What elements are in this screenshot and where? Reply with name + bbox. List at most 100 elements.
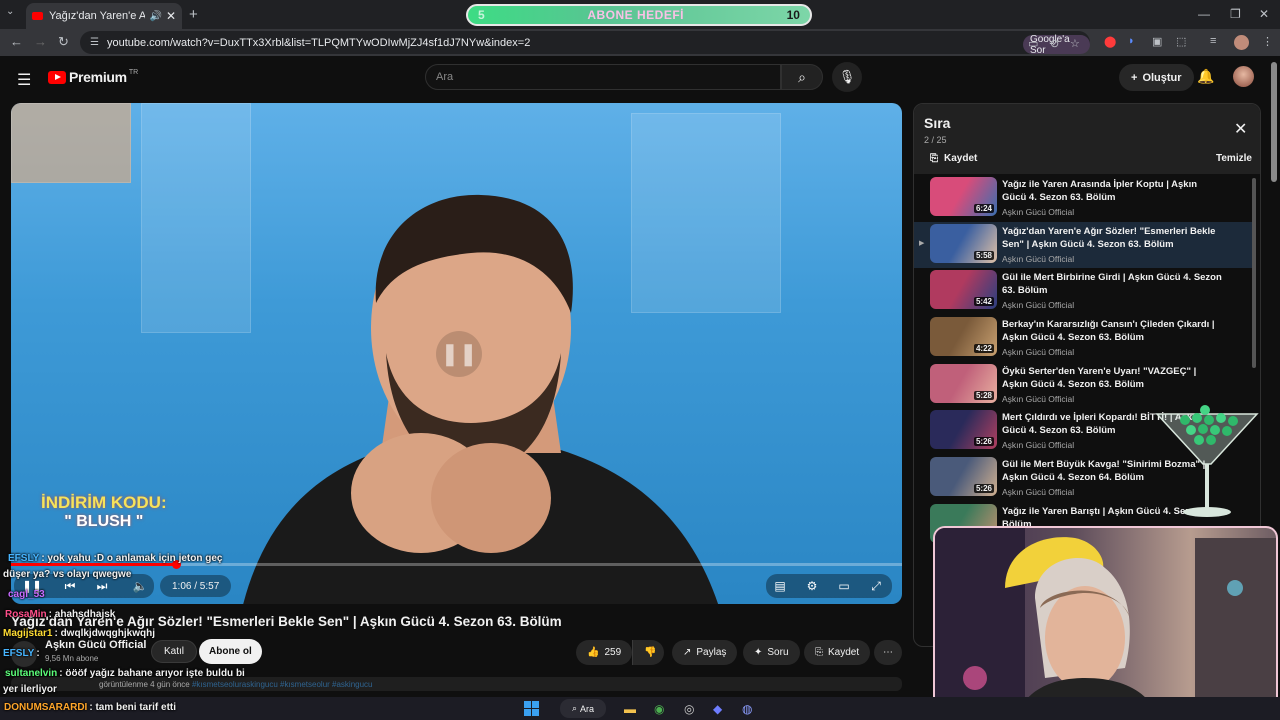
tab-search-icon[interactable]: ⌄ [6,6,14,17]
chat-user: RosaMin [5,609,47,620]
video-frame-person [243,194,718,604]
dislike-button[interactable]: 👎 [632,640,664,665]
extensions-puzzle-icon[interactable]: ⬚ [1176,35,1186,48]
chat-message: DONUMSARARDI: tam beni tarif etti [4,702,176,713]
goal-current: 5 [478,8,485,22]
share-button[interactable]: ↗ Paylaş [672,640,738,665]
channel-name[interactable]: Aşkın Gücü Official [45,639,146,651]
search-input[interactable]: Ara [425,64,781,90]
video-player[interactable]: ❚❚ İNDİRİM KODU: " BLUSH " [11,103,902,604]
minimize-icon[interactable]: — [1198,7,1210,21]
more-actions-button[interactable]: ⋯ [874,640,902,665]
thumbs-up-icon: 👍 [587,647,600,658]
volume-icon[interactable]: 🔈 [130,576,150,596]
restore-icon[interactable]: ❐ [1230,7,1241,21]
save-button[interactable]: ⎘ Kaydet [804,640,871,665]
voice-search-button[interactable]: 🎙 [832,62,862,92]
app-icon[interactable]: ◆ [713,700,722,717]
now-playing-icon: ▶ [919,239,925,247]
webcam-person [935,528,1276,716]
settings-gear-icon[interactable]: ⚙ [802,576,822,596]
playlist-item[interactable]: 5:42 Gül ile Mert Birbirine Girdi | Aşkın… [914,268,1254,315]
playlist-thumbnail[interactable]: 5:26 [930,457,997,497]
description-preview[interactable]: görüntülenme 4 gün önce #kısmetseolurask… [11,677,902,691]
playlist-thumbnail[interactable]: 5:58 [930,223,997,263]
playlist-item-title: Berkay'ın Kararsızlığı Cansın'ı Çileden … [1002,319,1215,344]
fullscreen-icon[interactable]: ⤢ [866,576,886,596]
browser-toolbar: ← → ↻ ☰ youtube.com/watch?v=DuxTTx3Xrbl&… [0,29,1280,56]
playlist-item[interactable]: ▶ 5:58 Yağız'dan Yaren'e Ağır Sözler! "Esm… [914,221,1254,269]
youtube-logo[interactable]: Premium TR [48,69,138,85]
chat-message: yer ilerliyor [3,684,57,695]
clear-queue-button[interactable]: Temizle [1216,153,1252,164]
reload-icon[interactable]: ↻ [58,34,69,50]
playlist-item-channel: Aşkın Gücü Official [1002,300,1075,311]
playlist-item[interactable]: 6:24 Yağız ile Yaren Arasında İpler Koptu… [914,175,1254,222]
playlist-item-channel: Aşkın Gücü Official [1002,393,1075,404]
goal-title: ABONE HEDEFİ [587,8,684,22]
chat-text: : ahahsdhajsk [48,609,116,620]
extension-red-icon[interactable]: ⬤ [1104,35,1116,48]
bookmark-star-icon[interactable]: ☆ [1070,37,1080,50]
discord-icon[interactable]: ◍ [742,700,752,717]
new-tab-icon[interactable]: + [189,6,198,23]
duration-badge: 5:28 [973,390,994,400]
close-window-icon[interactable]: ✕ [1259,7,1269,21]
create-button[interactable]: + Oluştur [1119,64,1194,91]
ask-button[interactable]: ✦ Soru [743,640,800,665]
logo-text: Premium [69,69,127,85]
join-button[interactable]: Katıl [151,640,198,663]
browser-menu-icon[interactable]: ⋮ [1262,35,1273,48]
close-tab-icon[interactable]: ✕ [166,9,176,23]
duration-badge: 4:22 [973,344,994,354]
install-icon[interactable]: ▭ [1028,37,1038,50]
chat-text: : öööf yağız bahane arıyor işte buldu bi [59,668,245,679]
youtube-favicon-icon [32,12,43,20]
hide-icon[interactable]: ⊘ [1050,37,1059,50]
subscribe-button[interactable]: Abone ol [199,639,262,664]
menu-icon[interactable]: ☰ [17,70,31,90]
background-orange-panel [11,103,131,183]
back-icon[interactable]: ← [10,34,23,49]
browser-profile-avatar[interactable] [1234,35,1249,50]
browser-tab[interactable]: Yağız'dan Yaren'e Ağır Sözl 🔊 ✕ [26,3,182,29]
account-avatar[interactable] [1233,66,1254,87]
country-code: TR [128,68,139,76]
chrome-icon[interactable]: ◉ [654,700,664,717]
youtube-play-icon [48,70,66,84]
playlist-item-channel: Aşkın Gücü Official [1002,347,1075,358]
playlist-thumbnail[interactable]: 5:42 [930,270,997,310]
page-scrollbar[interactable] [1271,62,1277,182]
windows-start-button[interactable] [524,700,539,717]
save-label: Kaydet [828,647,860,658]
playlist-thumbnail[interactable]: 4:22 [930,317,997,357]
notifications-bell-icon[interactable]: 🔔 [1197,68,1214,85]
playlist-thumbnail[interactable]: 6:24 [930,177,997,216]
taskbar-search[interactable]: ⌕ Ara [560,699,606,718]
playlist-item[interactable]: 4:22 Berkay'ın Kararsızlığı Cansın'ı Çile… [914,315,1254,362]
forward-icon[interactable]: → [34,34,47,49]
theater-mode-icon[interactable]: ▭ [834,576,854,596]
close-playlist-icon[interactable]: ✕ [1234,119,1247,139]
extension-icon[interactable]: ▣ [1152,35,1162,48]
pause-overlay-icon[interactable]: ❚❚ [436,331,482,377]
obs-icon[interactable]: ◎ [684,700,694,717]
address-bar[interactable]: ☰ youtube.com/watch?v=DuxTTx3Xrbl&list=T… [80,31,1090,56]
playlist-title: Sıra [924,115,951,131]
site-info-icon[interactable]: ☰ [90,37,99,48]
speaker-icon[interactable]: 🔊 [149,11,161,22]
subtitles-icon[interactable]: ▤ [770,576,790,596]
chat-message: RosaMin: ahahsdhajsk [5,609,115,620]
like-button[interactable]: 👍 259 [576,640,632,665]
bookmark-icon: ⎘ [815,647,823,658]
chat-message: düşer ya? vs olayı qwegwe [3,569,131,580]
search-button[interactable]: ⌕ [781,64,823,90]
reading-list-icon[interactable]: ≡ [1210,35,1216,47]
extension-audio-icon[interactable]: ◗ [1128,35,1135,47]
playlist-thumbnail[interactable]: 5:26 [930,410,997,450]
playlist-scrollbar[interactable] [1252,178,1256,368]
file-explorer-icon[interactable]: ▬ [624,700,636,717]
duration-badge: 5:26 [973,437,994,447]
save-playlist-button[interactable]: ⎘ Kaydet [930,153,977,164]
playlist-thumbnail[interactable]: 5:28 [930,363,997,403]
